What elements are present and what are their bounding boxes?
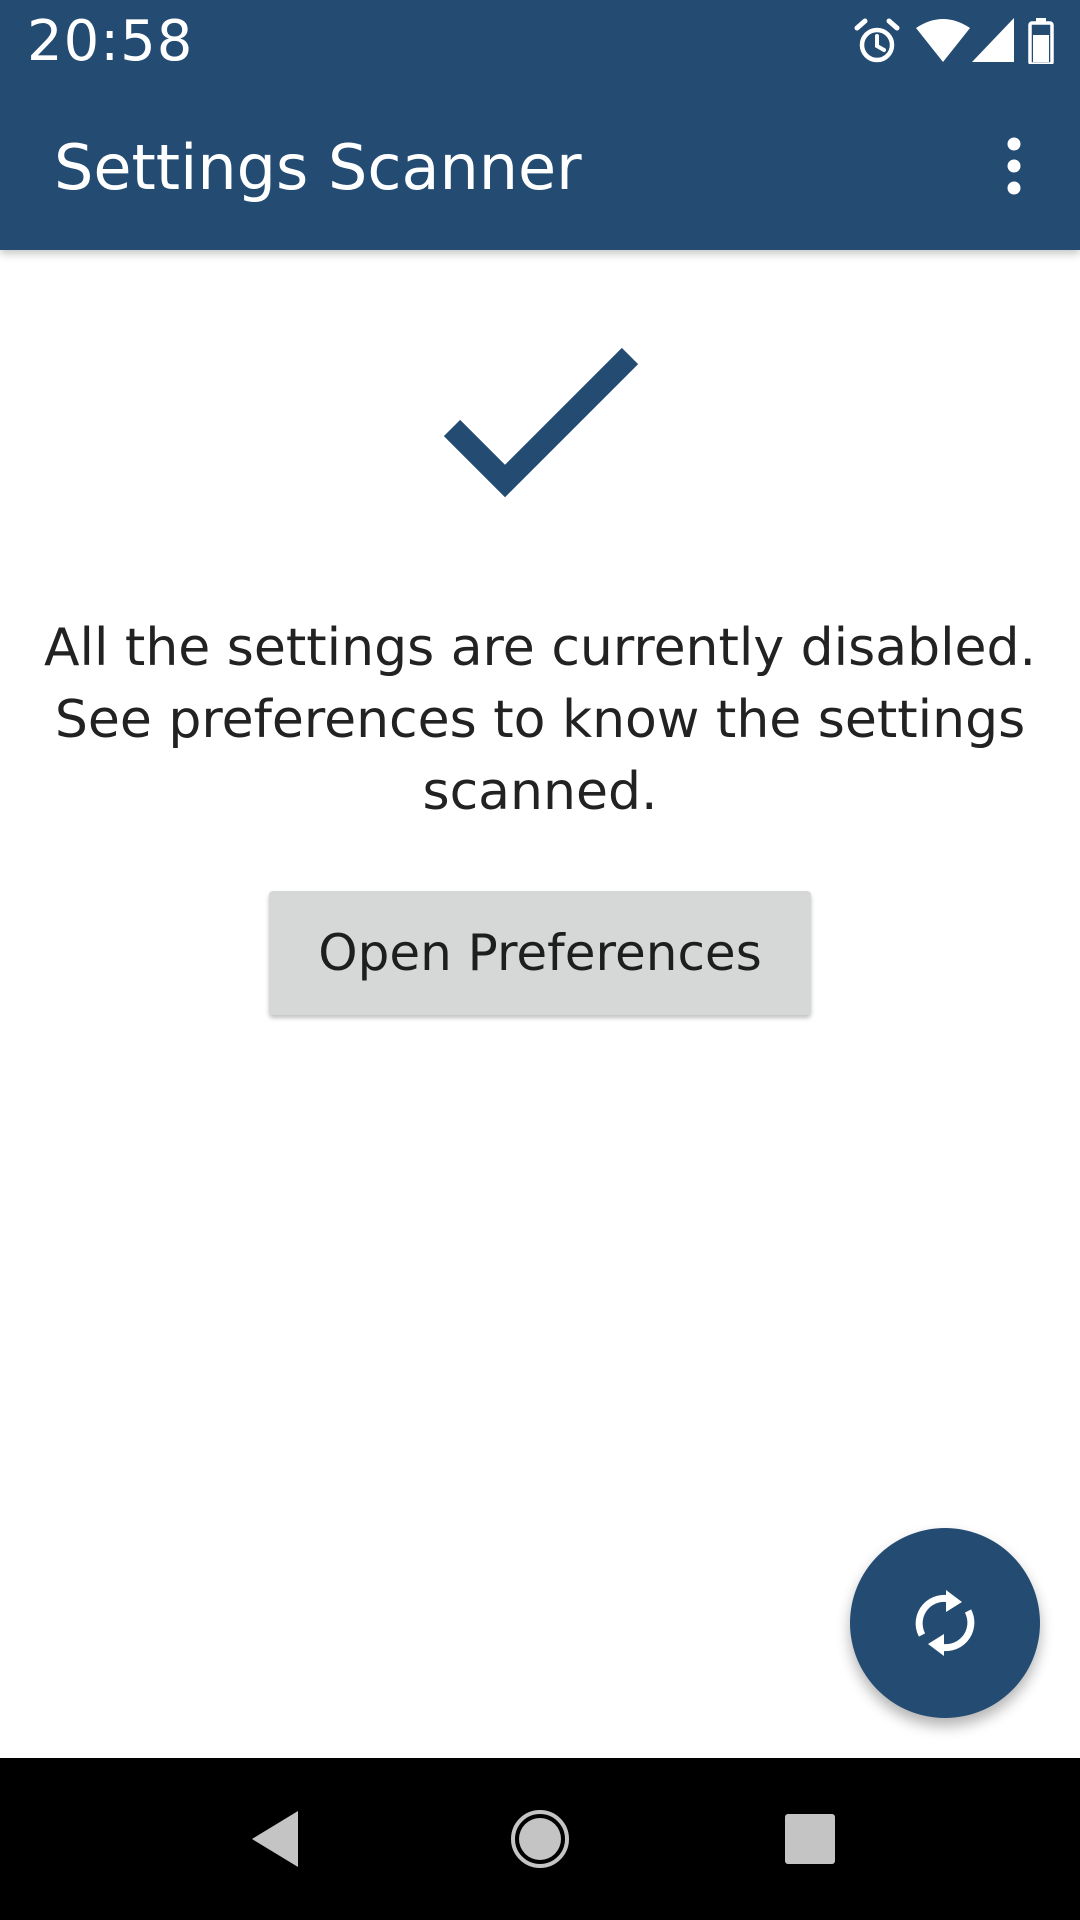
recents-button[interactable] <box>735 1758 885 1920</box>
alarm-icon <box>854 18 900 63</box>
back-button[interactable] <box>195 1758 345 1920</box>
battery-icon <box>1028 18 1054 64</box>
app-title: Settings Scanner <box>54 131 582 204</box>
open-preferences-button[interactable]: Open Preferences <box>269 891 811 1015</box>
wifi-icon <box>916 19 970 62</box>
overflow-menu-button[interactable] <box>978 126 1050 206</box>
status-time: 20:58 <box>27 9 194 74</box>
home-icon <box>511 1810 569 1868</box>
refresh-icon <box>915 1590 975 1656</box>
back-icon <box>252 1811 298 1867</box>
recents-icon <box>785 1814 835 1864</box>
more-vert-icon <box>1007 137 1021 195</box>
app-bar: 20:58 Settings Scanner <box>0 0 1080 250</box>
status-message: All the settings are currently disabled.… <box>43 618 1037 822</box>
cell-signal-icon <box>972 18 1014 62</box>
status-bar: 20:58 <box>0 0 1080 84</box>
refresh-fab[interactable] <box>850 1528 1040 1718</box>
home-button[interactable] <box>465 1758 615 1920</box>
status-icons <box>854 18 1054 66</box>
check-icon <box>443 347 639 498</box>
navigation-bar <box>0 1758 1080 1920</box>
